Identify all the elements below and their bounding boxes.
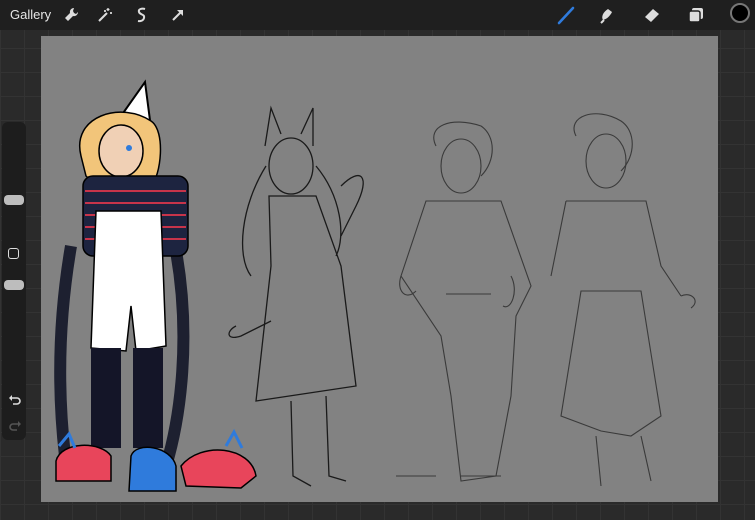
eraser-icon[interactable]: [642, 5, 662, 25]
brush-size-slider[interactable]: [4, 195, 24, 205]
opacity-slider[interactable]: [4, 280, 24, 290]
drawing-canvas[interactable]: [41, 36, 718, 502]
modify-button[interactable]: [8, 248, 19, 259]
top-toolbar: Gallery: [0, 0, 755, 30]
smudge-icon[interactable]: [597, 5, 617, 25]
color-swatch[interactable]: [730, 3, 750, 23]
side-toolbar: [2, 122, 26, 440]
brush-icon[interactable]: [556, 5, 576, 25]
selection-icon[interactable]: [132, 5, 152, 25]
magic-wand-icon[interactable]: [95, 5, 115, 25]
character-sketch-4: [550, 113, 696, 487]
character-sketch-3: [396, 121, 532, 482]
layers-icon[interactable]: [686, 5, 706, 25]
wrench-icon[interactable]: [61, 5, 81, 25]
transform-icon[interactable]: [168, 5, 188, 25]
undo-icon[interactable]: [8, 394, 22, 408]
character-colored: [54, 79, 257, 492]
character-sketch-2: [228, 105, 364, 487]
redo-icon[interactable]: [8, 420, 22, 434]
gallery-button[interactable]: Gallery: [10, 7, 51, 22]
artwork: [54, 79, 696, 492]
